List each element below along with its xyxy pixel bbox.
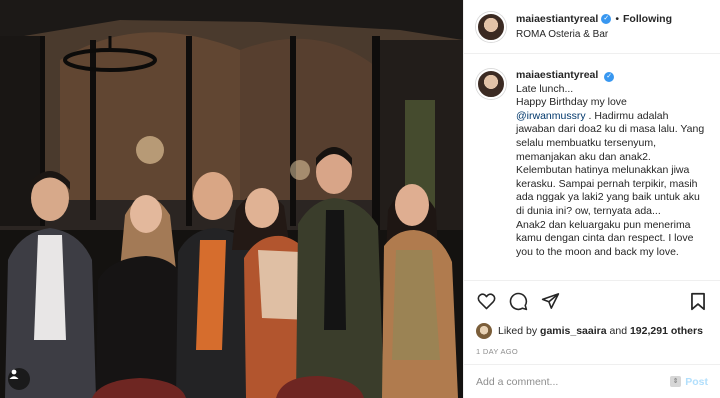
likes-middle: and [606,325,630,337]
post-button[interactable]: ⇕ Post [670,376,708,388]
group-photo-illustration [0,0,463,398]
post-actions: Liked by gamis_saaira and 192,291 others… [464,280,720,356]
tagged-users-icon[interactable] [8,368,30,390]
caption-block: maiaestiantyreal ✓ Late lunch... Happy B… [464,55,720,280]
emoji-icon[interactable]: ⇕ [670,376,682,387]
comment-input[interactable] [476,375,671,388]
caption-line-1: Late lunch... [516,82,574,95]
caption-text: maiaestiantyreal ✓ Late lunch... Happy B… [516,69,708,280]
post-button-label: Post [685,375,708,388]
share-icon[interactable] [540,291,560,311]
verified-badge-icon: ✓ [601,14,612,24]
caption-line-2: Happy Birthday my love [516,96,627,109]
likes-row: Liked by gamis_saaira and 192,291 others [476,323,708,339]
caption-body-2: Anak2 dan keluargaku pun menerima kamu d… [516,218,694,258]
following-button[interactable]: Following [623,12,672,27]
post-timestamp[interactable]: 1 DAY AGO [476,347,708,356]
comment-icon[interactable] [508,291,528,311]
author-info: maiaestiantyreal ✓ • Following ROMA Oste… [516,12,672,42]
location-link[interactable]: ROMA Osteria & Bar [516,27,672,42]
separator-dot: • [615,12,619,25]
caption-avatar[interactable] [476,69,506,99]
author-username[interactable]: maiaestiantyreal [516,12,598,27]
likes-count-link[interactable]: 192,291 others [630,325,703,337]
author-avatar[interactable] [476,11,506,42]
post-photo[interactable] [0,0,463,398]
caption-author-row: maiaestiantyreal ✓ [516,69,708,83]
post-header: maiaestiantyreal ✓ • Following ROMA Oste… [464,0,720,54]
author-row: maiaestiantyreal ✓ • Following [516,12,672,27]
likes-prefix: Liked by [498,325,541,337]
comment-bar: ⇕ Post [464,364,720,398]
bookmark-icon[interactable] [688,291,708,311]
caption-username[interactable]: maiaestiantyreal [516,69,598,81]
liker-username[interactable]: gamis_saaira [540,325,607,337]
verified-badge-icon: ✓ [604,72,615,82]
post-side-panel: maiaestiantyreal ✓ • Following ROMA Oste… [463,0,720,398]
likes-text: Liked by gamis_saaira and 192,291 others [498,325,703,337]
caption-body-1: @irwanmussry . Hadirmu adalah jawaban da… [516,110,708,219]
action-icons-row [476,289,708,313]
heart-icon[interactable] [476,291,496,311]
liker-avatar[interactable] [476,323,492,339]
mention-link[interactable]: @irwanmussry [516,110,586,122]
caption-body-1-text: . Hadirmu adalah jawaban dari doa2 ku di… [516,109,705,217]
